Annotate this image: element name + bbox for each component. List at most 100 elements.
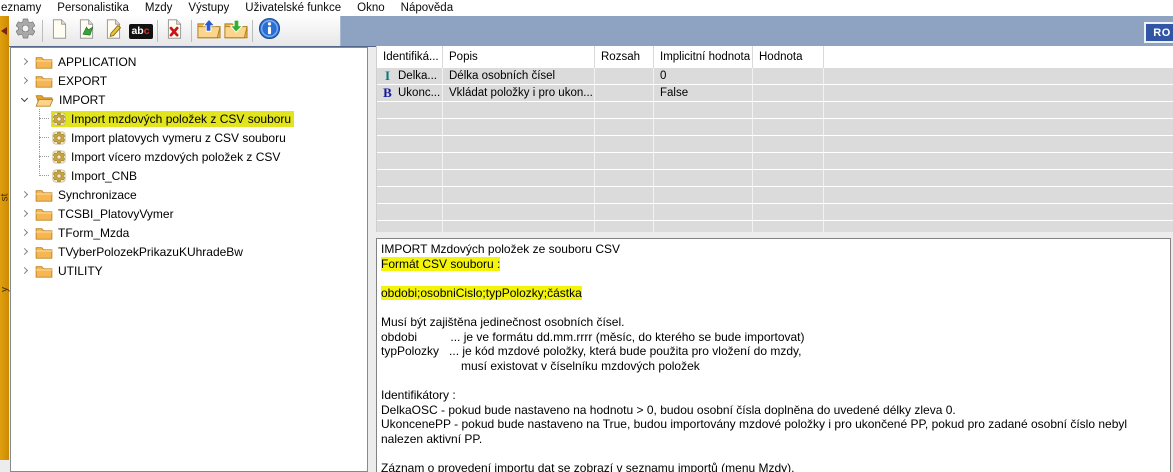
abc-label-ab: ab — [131, 26, 143, 37]
tree-item-import-platovych-vymeru-z-csv-souboru[interactable]: Import platovych vymeru z CSV souboru — [11, 128, 367, 147]
grid-empty-cell — [753, 221, 824, 232]
grid-cell-rozsah — [595, 68, 654, 84]
chevron-right-icon[interactable] — [21, 191, 28, 198]
edit-item-button[interactable] — [100, 18, 127, 45]
tree-item-label: UTILITY — [58, 264, 103, 278]
description-line: musí existovat v číselníku mzdových polo… — [381, 359, 1166, 374]
info-button[interactable] — [256, 18, 283, 45]
tree-item-import-v-cero-mzdov-ch-polo-ek-z-csv[interactable]: Import vícero mzdových položek z CSV — [11, 147, 367, 166]
chevron-right-icon[interactable] — [21, 229, 28, 236]
tree-item-content: UTILITY — [34, 263, 106, 279]
tree-item-tcsbi-platovyvymer[interactable]: TCSBI_PlatovyVymer — [11, 204, 367, 223]
menu-item-eznamy[interactable]: eznamy — [0, 2, 49, 14]
folder-icon — [35, 188, 53, 202]
grid-cell-popis: Vkládat položky i pro ukon... — [443, 85, 595, 101]
tree-item-label: Import mzdových položek z CSV souboru — [71, 112, 291, 126]
folder-icon — [35, 226, 53, 240]
delete-item-button[interactable] — [161, 18, 188, 45]
description-panel: IMPORT Mzdových položek ze souboru CSVFo… — [376, 238, 1171, 472]
menu-item-u-ivatelsk-funkce[interactable]: Uživatelské funkce — [237, 2, 349, 14]
grid-row-ukonc[interactable]: BUkonc...Vkládat položky i pro ukon...Fa… — [377, 85, 1173, 101]
grid-column-header-implicitn-hodnota[interactable]: Implicitní hodnota — [654, 46, 753, 68]
grid-empty-cell — [753, 170, 824, 186]
menu-item-okno[interactable]: Okno — [349, 2, 393, 14]
description-line — [381, 300, 1166, 315]
grid-empty-cell — [443, 119, 595, 135]
chevron-right-icon[interactable] — [21, 58, 28, 65]
grid-empty-row — [377, 136, 1173, 152]
grid-empty-cell — [654, 170, 753, 186]
description-line — [381, 446, 1166, 461]
tree-item-import-cnb[interactable]: Import_CNB — [11, 166, 367, 185]
chevron-right-icon[interactable] — [21, 267, 28, 274]
tree-item-import-mzdov-ch-polo-ek-z-csv-souboru[interactable]: Import mzdových položek z CSV souboru — [11, 109, 367, 128]
grid-empty-cell — [595, 187, 654, 203]
description-line: UkoncenePP - pokud bude nastaveno na Tru… — [381, 417, 1166, 446]
grid-empty-cell — [753, 102, 824, 118]
description-line — [381, 373, 1166, 388]
tree-item-synchronizace[interactable]: Synchronizace — [11, 185, 367, 204]
vertical-tab-label-fragment: st — [0, 191, 11, 205]
grid-cell-implicitni-hodnota: False — [654, 85, 753, 101]
open-folder-up-button[interactable] — [195, 18, 222, 45]
grid-body: IDelka...Délka osobních čísel0BUkonc...V… — [377, 68, 1173, 232]
grid-empty-row — [377, 221, 1173, 232]
tree-item-content: APPLICATION — [34, 54, 139, 70]
chevron-right-icon[interactable] — [21, 248, 28, 255]
grid-column-header-popis[interactable]: Popis — [443, 46, 595, 68]
tree-item-utility[interactable]: UTILITY — [11, 261, 367, 280]
grid-column-header-hodnota[interactable]: Hodnota — [753, 46, 824, 68]
rename-button[interactable]: abc — [127, 18, 154, 45]
folder-icon — [35, 264, 53, 278]
ro-button[interactable]: RO — [1144, 22, 1173, 43]
tree-item-export[interactable]: EXPORT — [11, 71, 367, 90]
grid-empty-cell — [824, 119, 1173, 135]
settings-button[interactable] — [12, 18, 39, 45]
tree-item-label: Import platovych vymeru z CSV souboru — [71, 131, 286, 145]
app-window: eznamyPersonalistikaMzdyVýstupyUživatels… — [0, 0, 1173, 472]
menu-item-n-pov-da[interactable]: Nápověda — [393, 2, 461, 14]
new-item-button[interactable] — [46, 18, 73, 45]
tree-item-content: TForm_Mzda — [34, 225, 132, 241]
toolbar: abc — [9, 16, 341, 46]
chevron-down-icon[interactable] — [21, 94, 28, 101]
menu-bar: eznamyPersonalistikaMzdyVýstupyUživatels… — [0, 0, 1173, 16]
grid-empty-cell — [654, 204, 753, 220]
menu-item-personalistika[interactable]: Personalistika — [49, 2, 137, 14]
grid-empty-cell — [443, 153, 595, 169]
grid-empty-cell — [824, 187, 1173, 203]
grid-empty-cell — [595, 102, 654, 118]
page-red-x-icon — [164, 18, 185, 45]
grid-column-header-rozsah[interactable]: Rozsah — [595, 46, 654, 68]
grid-column-header-item[interactable] — [824, 46, 1173, 68]
grid-empty-cell — [443, 187, 595, 203]
grid-column-header-identifik[interactable]: Identifiká... — [377, 46, 443, 68]
folder-icon — [35, 55, 53, 69]
chevron-right-icon[interactable] — [21, 210, 28, 217]
module-gear-icon — [52, 112, 66, 126]
tree-item-content: TCSBI_PlatovyVymer — [34, 206, 177, 222]
tree-item-application[interactable]: APPLICATION — [11, 52, 367, 71]
tree-item-tform-mzda[interactable]: TForm_Mzda — [11, 223, 367, 242]
tree-item-label: IMPORT — [59, 93, 105, 107]
collapse-left-arrow-icon[interactable] — [1, 27, 7, 35]
menu-item-mzdy[interactable]: Mzdy — [137, 2, 180, 14]
menu-item-v-stupy[interactable]: Výstupy — [180, 2, 237, 14]
open-folder-down-button[interactable] — [222, 18, 249, 45]
tree-item-label: TVyberPolozekPrikazuKUhradeBw — [58, 245, 243, 259]
tree-item-tvyberpolozekprikazukuhradebw[interactable]: TVyberPolozekPrikazuKUhradeBw — [11, 242, 367, 261]
grid-cell-identifier: IDelka... — [377, 68, 443, 84]
tree-item-import[interactable]: IMPORT — [11, 90, 367, 109]
description-line: Formát CSV souboru : — [381, 257, 1166, 272]
grid-row-delka[interactable]: IDelka...Délka osobních čísel0 — [377, 68, 1173, 84]
tree-item-label: EXPORT — [58, 74, 107, 88]
module-gear-icon — [52, 131, 66, 145]
tree-item-content: Synchronizace — [34, 187, 140, 203]
grid-empty-cell — [595, 153, 654, 169]
chevron-right-icon[interactable] — [21, 77, 28, 84]
tree-item-label: Import_CNB — [71, 169, 137, 183]
toolbar-band: abc RO — [0, 16, 1173, 47]
vertical-tab-strip[interactable]: sty — [0, 16, 9, 460]
run-item-button[interactable] — [73, 18, 100, 45]
module-gear-icon — [52, 169, 66, 183]
